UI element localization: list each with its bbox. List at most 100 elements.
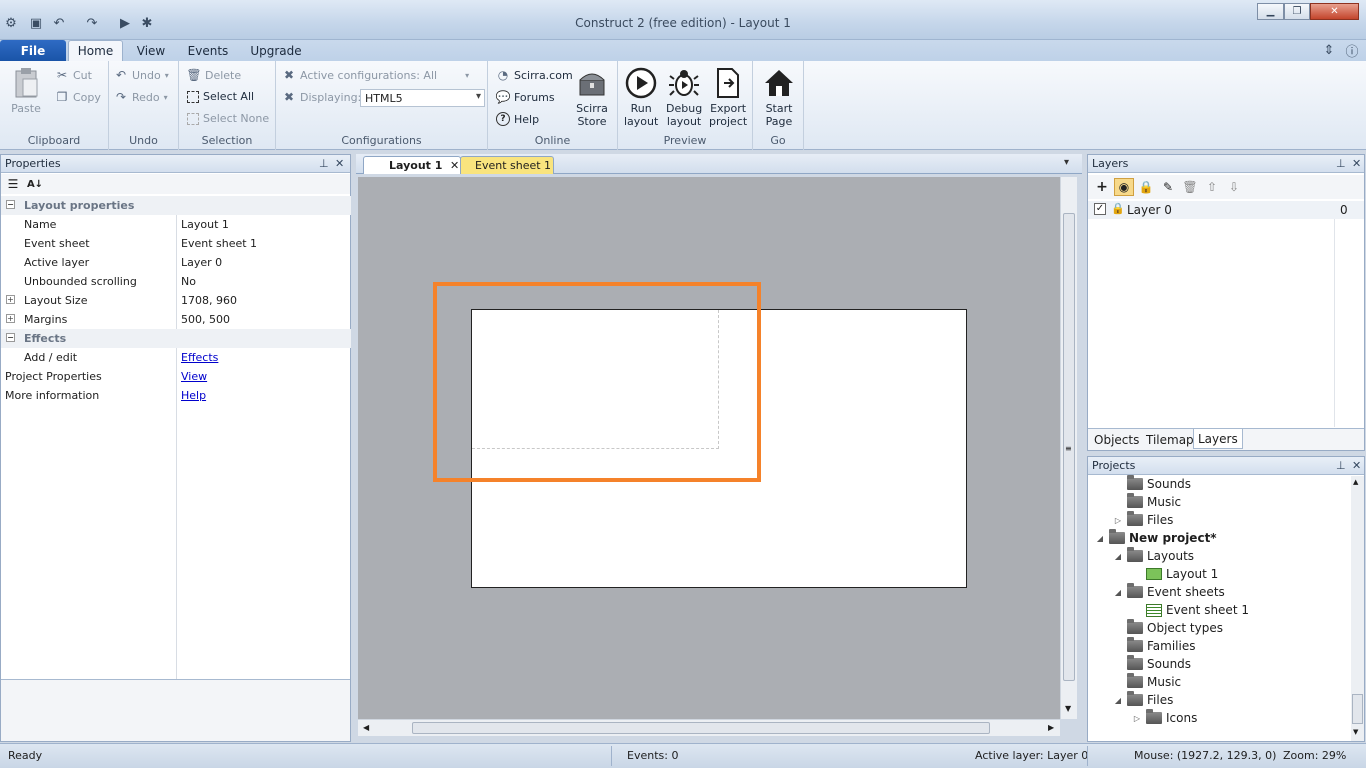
- pencil-icon[interactable]: ✎: [1161, 180, 1175, 194]
- minimize-button[interactable]: ▁: [1257, 3, 1284, 20]
- undo-button[interactable]: ↶ Undo ▾: [114, 68, 169, 82]
- property-row[interactable]: Active layer Layer 0: [1, 253, 351, 272]
- property-value[interactable]: Layout 1: [181, 218, 229, 231]
- scroll-down-icon[interactable]: ▼: [1065, 704, 1071, 713]
- tab-events[interactable]: Events: [182, 40, 234, 61]
- pin-icon[interactable]: ⊥: [319, 157, 329, 170]
- maximize-button[interactable]: ❐: [1284, 3, 1310, 20]
- start-page-button[interactable]: Start Page: [763, 67, 795, 128]
- sort-az-icon[interactable]: A↓: [27, 177, 43, 191]
- horizontal-scroll-thumb[interactable]: [412, 722, 990, 734]
- help-doc-link[interactable]: Help: [181, 389, 206, 402]
- displaying-select[interactable]: HTML5: [360, 89, 485, 107]
- collapse-icon[interactable]: ◢: [1095, 534, 1105, 543]
- close-icon-layers[interactable]: ✕: [1352, 157, 1361, 170]
- property-value[interactable]: No: [181, 275, 196, 288]
- view-link[interactable]: View: [181, 370, 207, 383]
- active-configurations-button[interactable]: ✖ Active configurations: All ▾: [282, 68, 469, 82]
- property-value[interactable]: 1708, 960: [181, 294, 237, 307]
- tree-item-families[interactable]: Families: [1127, 637, 1195, 653]
- paste-button[interactable]: Paste: [10, 67, 42, 115]
- help-circle-icon[interactable]: ⓘ: [1343, 42, 1361, 60]
- layout-canvas[interactable]: [358, 177, 1060, 719]
- eye-icon[interactable]: ◉: [1114, 178, 1134, 196]
- tree-item-sounds-top[interactable]: Sounds: [1127, 475, 1191, 491]
- debug-layout-button[interactable]: Debug layout: [666, 67, 702, 128]
- close-icon-projects[interactable]: ✕: [1352, 459, 1361, 472]
- layer-row[interactable]: ✓ 🔒 Layer 0 0: [1088, 201, 1364, 219]
- tab-close-icon[interactable]: ✕: [450, 159, 459, 172]
- add-layer-icon[interactable]: +: [1095, 179, 1109, 195]
- horizontal-scrollbar[interactable]: ◀ ▶: [358, 719, 1060, 736]
- property-value[interactable]: Layer 0: [181, 256, 222, 269]
- tree-item-layout-1[interactable]: Layout 1: [1146, 567, 1218, 581]
- tab-event-sheet-1[interactable]: Event sheet 1: [460, 156, 554, 174]
- copy-button[interactable]: ❐ Copy: [55, 90, 101, 104]
- tree-item-music[interactable]: Music: [1127, 673, 1181, 689]
- tab-layout-1[interactable]: Layout 1 ✕: [363, 156, 461, 174]
- pin-icon-layers[interactable]: ⊥: [1336, 157, 1346, 170]
- close-button[interactable]: ✕: [1310, 3, 1359, 20]
- expand-icon[interactable]: +: [6, 314, 15, 323]
- property-row[interactable]: + Margins 500, 500: [1, 310, 351, 329]
- property-row[interactable]: Name Layout 1: [1, 215, 351, 234]
- forums-link[interactable]: 💬 Forums: [496, 90, 555, 104]
- close-icon[interactable]: ✕: [335, 157, 344, 170]
- layer-visible-checkbox[interactable]: ✓: [1094, 203, 1106, 215]
- property-row[interactable]: Unbounded scrolling No: [1, 272, 351, 291]
- property-row[interactable]: Event sheet Event sheet 1: [1, 234, 351, 253]
- tree-item-files-top[interactable]: ▷ Files: [1113, 511, 1173, 527]
- redo-button[interactable]: ↷ Redo ▾: [114, 90, 168, 104]
- property-value[interactable]: 500, 500: [181, 313, 230, 326]
- expand-icon[interactable]: ▷: [1113, 516, 1123, 525]
- pin-icon-projects[interactable]: ⊥: [1336, 459, 1346, 472]
- cut-button[interactable]: ✂ Cut: [55, 68, 92, 82]
- layout-properties-category[interactable]: − Layout properties: [1, 196, 351, 215]
- scirra-store-button[interactable]: Scirra Store: [576, 67, 608, 128]
- run-layout-button[interactable]: Run layout: [624, 67, 658, 128]
- layer-lock-icon[interactable]: 🔒: [1111, 202, 1125, 215]
- scroll-right-icon[interactable]: ▶: [1048, 723, 1054, 732]
- collapse-icon[interactable]: ◢: [1113, 552, 1123, 561]
- property-row[interactable]: + Layout Size 1708, 960: [1, 291, 351, 310]
- tab-objects[interactable]: Objects: [1094, 433, 1139, 447]
- effects-link[interactable]: Effects: [181, 351, 218, 364]
- vertical-scrollbar[interactable]: ≡ ▼: [1060, 177, 1077, 719]
- tree-item-sounds[interactable]: Sounds: [1127, 655, 1191, 671]
- tab-list-dropdown-icon[interactable]: ▾: [1064, 157, 1069, 168]
- categorized-icon[interactable]: ☰: [6, 177, 20, 191]
- select-none-button[interactable]: Select None: [187, 112, 269, 125]
- delete-button[interactable]: 🗑 Delete: [186, 68, 241, 82]
- tab-view[interactable]: View: [128, 40, 174, 61]
- collapse-icon[interactable]: ◢: [1113, 588, 1123, 597]
- tree-item-project[interactable]: ◢ New project*: [1095, 529, 1217, 545]
- tree-item-files[interactable]: ◢ Files: [1113, 691, 1173, 707]
- projects-scroll-thumb[interactable]: [1352, 694, 1363, 724]
- tree-item-layouts[interactable]: ◢ Layouts: [1113, 547, 1194, 563]
- select-all-button[interactable]: Select All: [187, 90, 254, 103]
- ribbon-collapse-icon[interactable]: ⇕: [1320, 42, 1338, 58]
- tree-item-music-top[interactable]: Music: [1127, 493, 1181, 509]
- effects-category[interactable]: − Effects: [1, 329, 351, 348]
- tab-home[interactable]: Home: [68, 40, 123, 61]
- tree-item-object-types[interactable]: Object types: [1127, 619, 1223, 635]
- delete-layer-icon[interactable]: 🗑: [1182, 180, 1197, 194]
- export-project-button[interactable]: Export project: [709, 67, 747, 128]
- tree-item-event-sheets[interactable]: ◢ Event sheets: [1113, 583, 1225, 599]
- scirra-link[interactable]: ◔ Scirra.com: [496, 68, 573, 82]
- tab-upgrade[interactable]: Upgrade: [246, 40, 306, 61]
- tab-layers[interactable]: Layers: [1193, 429, 1243, 449]
- tree-item-icons[interactable]: ▷ Icons: [1132, 709, 1197, 725]
- file-tab[interactable]: File: [0, 40, 66, 61]
- help-link[interactable]: ? Help: [496, 112, 539, 126]
- projects-scrollbar[interactable]: ▲ ▼: [1351, 476, 1364, 741]
- expand-icon[interactable]: +: [6, 295, 15, 304]
- lock-icon[interactable]: 🔒: [1139, 180, 1154, 194]
- property-value[interactable]: Event sheet 1: [181, 237, 257, 250]
- tree-item-event-sheet-1[interactable]: Event sheet 1: [1146, 603, 1249, 617]
- move-up-icon[interactable]: ⇧: [1205, 180, 1219, 194]
- expand-icon[interactable]: ▷: [1132, 714, 1142, 723]
- scroll-left-icon[interactable]: ◀: [363, 723, 369, 732]
- collapse-icon[interactable]: ◢: [1113, 696, 1123, 705]
- move-down-icon[interactable]: ⇩: [1227, 180, 1241, 194]
